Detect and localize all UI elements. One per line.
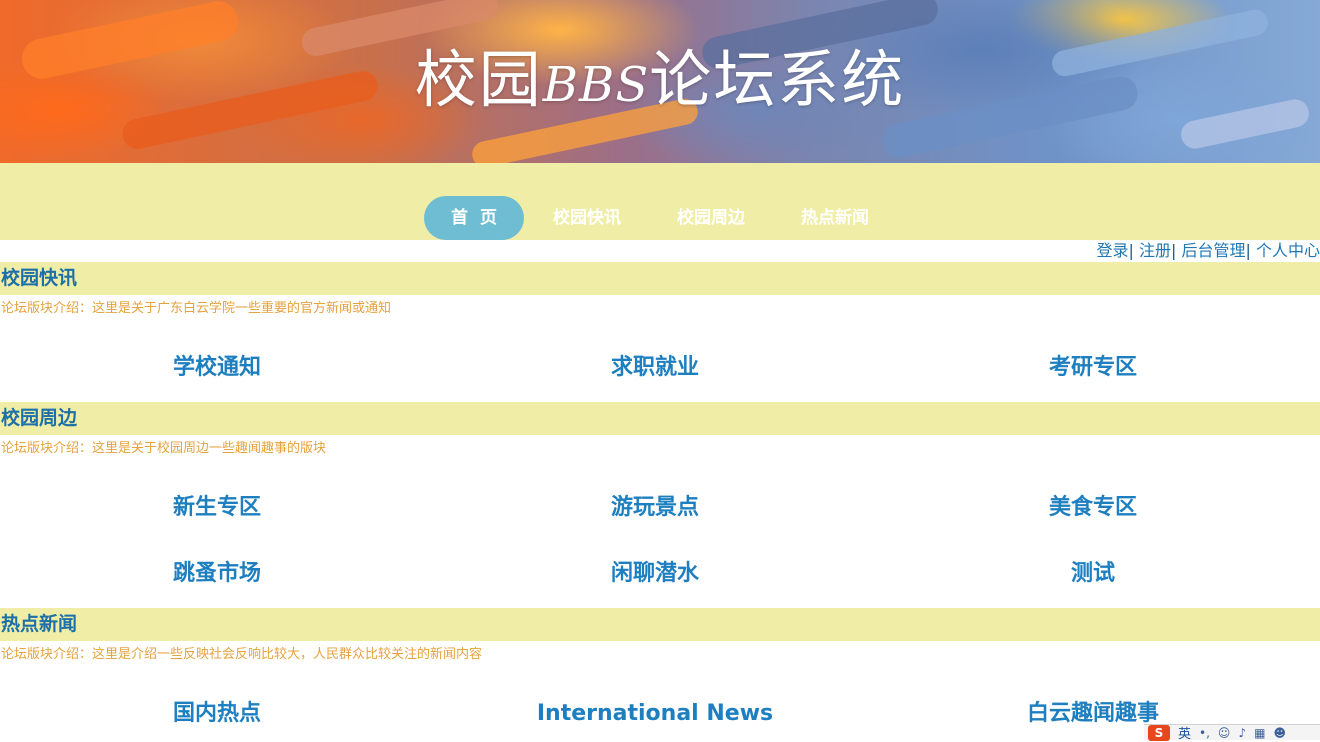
section-title: 热点新闻 (0, 608, 1320, 641)
ime-logo-icon[interactable]: S (1148, 724, 1170, 741)
nav-item-hot-news[interactable]: 热点新闻 (794, 196, 876, 240)
nav-item-campus-news[interactable]: 校园快讯 (546, 196, 628, 240)
board-link[interactable]: 跳蚤市场 (0, 559, 437, 589)
site-title-part3: 论坛系统 (649, 43, 906, 116)
user-links: 登录| 注册| 后台管理| 个人中心 (1096, 240, 1320, 262)
microphone-icon[interactable]: ♪ (1238, 726, 1246, 740)
board-link[interactable]: International News (435, 699, 875, 729)
board-link[interactable]: 新生专区 (0, 493, 437, 523)
section-intro: 论坛版块介绍：这里是关于广东白云学院一些重要的官方新闻或通知 (1, 301, 392, 316)
main-nav: 首页 校园快讯 校园周边 热点新闻 (0, 163, 1320, 240)
board-link[interactable]: 美食专区 (873, 493, 1313, 523)
board-link[interactable]: 学校通知 (0, 353, 437, 383)
board-link[interactable]: 游玩景点 (435, 493, 875, 523)
admin-link[interactable]: 后台管理 (1181, 241, 1245, 260)
header-banner: 校园BBS论坛系统 (0, 0, 1320, 163)
board-link[interactable]: 求职就业 (435, 353, 875, 383)
user-icon[interactable]: ☻ (1273, 726, 1286, 740)
nav-item-campus-surroundings[interactable]: 校园周边 (670, 196, 752, 240)
board-link[interactable]: 测试 (873, 559, 1313, 589)
board-link[interactable]: 闲聊潜水 (435, 559, 875, 589)
board-link[interactable]: 考研专区 (873, 353, 1313, 383)
section-intro: 论坛版块介绍：这里是关于校园周边一些趣闻趣事的版块 (1, 441, 327, 456)
section-title: 校园周边 (0, 402, 1320, 435)
link-separator: | (1171, 241, 1177, 260)
section-intro: 论坛版块介绍：这里是介绍一些反映社会反响比较大，人民群众比较关注的新闻内容 (1, 647, 483, 662)
nav-item-home[interactable]: 首页 (424, 196, 524, 240)
site-title-part1: 校园 (414, 43, 543, 116)
link-separator: | (1128, 241, 1134, 260)
emoji-icon[interactable]: ☺ (1218, 726, 1231, 740)
ime-toolbar: S 英 •, ☺ ♪ ▦ ☻ (1144, 723, 1320, 742)
link-separator: | (1245, 241, 1251, 260)
punctuation-icon[interactable]: •, (1199, 726, 1210, 740)
profile-link[interactable]: 个人中心 (1256, 241, 1320, 260)
keyboard-icon[interactable]: ▦ (1254, 726, 1265, 740)
section-title: 校园快讯 (0, 262, 1320, 295)
register-link[interactable]: 注册 (1139, 241, 1171, 260)
board-link[interactable]: 国内热点 (0, 699, 437, 729)
ime-mode-label[interactable]: 英 (1178, 723, 1191, 742)
site-title: 校园BBS论坛系统 (0, 40, 1320, 125)
site-title-bbs: BBS (542, 57, 650, 113)
login-link[interactable]: 登录 (1096, 241, 1128, 260)
